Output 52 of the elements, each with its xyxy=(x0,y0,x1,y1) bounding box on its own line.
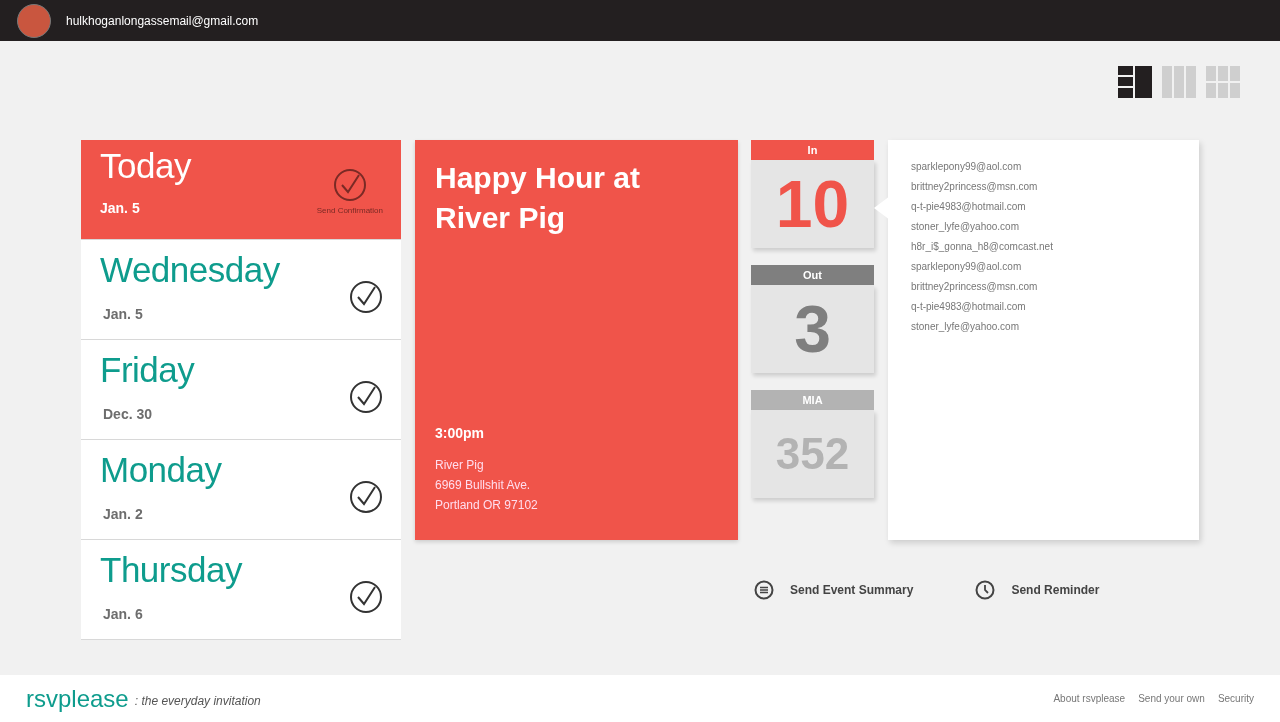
day-item[interactable]: Today Jan. 5 Send Confirmation xyxy=(81,140,401,240)
user-email: hulkhoganlongassemail@gmail.com xyxy=(66,13,259,28)
count-label: Out xyxy=(751,265,874,285)
footer-link[interactable]: About rsvplease xyxy=(1053,693,1126,704)
day-date: Dec. 30 xyxy=(103,406,154,422)
guest-email: stoner_lyfe@yahoo.com xyxy=(911,220,1020,233)
count-value[interactable]: 3 xyxy=(751,285,874,373)
count-value[interactable]: 10 xyxy=(751,160,874,248)
guest-email: brittney2princess@msn.com xyxy=(911,180,1039,193)
clock-icon xyxy=(975,580,996,600)
day-item[interactable]: Thursday Jan. 6 xyxy=(81,540,401,640)
day-name: Friday xyxy=(100,350,195,390)
footer-link[interactable]: Send your own xyxy=(1138,693,1205,704)
count-label: MIA xyxy=(751,390,874,410)
guest-email: q-t-pie4983@hotmail.com xyxy=(911,200,1027,213)
logo: rsvplease xyxy=(26,684,129,713)
event-title: Happy Hour at River Pig xyxy=(435,160,642,236)
day-item[interactable]: Wednesday Jan. 5 xyxy=(81,240,401,340)
check-circle-icon xyxy=(332,168,367,202)
send-summary-button[interactable]: Send Event Summary xyxy=(754,580,914,600)
check-circle-icon xyxy=(349,480,383,514)
grid-view-button[interactable] xyxy=(1206,66,1240,98)
guest-email: h8r_i$_gonna_h8@comcast.net xyxy=(911,240,1054,253)
count-label: In xyxy=(751,140,874,160)
footer-link[interactable]: Security xyxy=(1217,693,1254,704)
event-time: 3:00pm xyxy=(435,425,486,441)
list-circle-icon xyxy=(754,580,774,600)
day-name: Today xyxy=(100,146,191,186)
columns-view-button[interactable] xyxy=(1162,66,1196,98)
guest-email: brittney2princess@msn.com xyxy=(911,280,1039,293)
check-circle-icon xyxy=(349,280,383,314)
day-item[interactable]: Friday Dec. 30 xyxy=(81,340,401,440)
day-name: Wednesday xyxy=(100,250,280,290)
day-item[interactable]: Monday Jan. 2 xyxy=(81,440,401,540)
action-label: Send Confirmation xyxy=(316,206,383,215)
guest-email: sparklepony99@aol.com xyxy=(911,160,1023,173)
list-view-button[interactable] xyxy=(1118,66,1152,98)
guest-email: stoner_lyfe@yahoo.com xyxy=(911,320,1020,333)
guest-email: sparklepony99@aol.com xyxy=(911,260,1023,273)
day-name: Thursday xyxy=(100,550,242,590)
day-date: Jan. 2 xyxy=(103,506,144,522)
guest-email: q-t-pie4983@hotmail.com xyxy=(911,300,1027,313)
check-circle-icon xyxy=(349,580,383,614)
day-date: Jan. 5 xyxy=(103,306,144,322)
event-address: River Pig 6969 Bullshit Ave. Portland OR 97102 xyxy=(435,457,539,514)
day-date: Jan. 6 xyxy=(103,606,144,622)
day-date: Jan. 5 xyxy=(100,200,141,216)
day-name: Monday xyxy=(100,450,222,490)
check-circle-icon xyxy=(349,380,383,414)
avatar xyxy=(17,3,51,38)
tagline: : the everyday invitation xyxy=(134,694,261,708)
send-reminder-button[interactable]: Send Reminder xyxy=(975,580,1100,600)
